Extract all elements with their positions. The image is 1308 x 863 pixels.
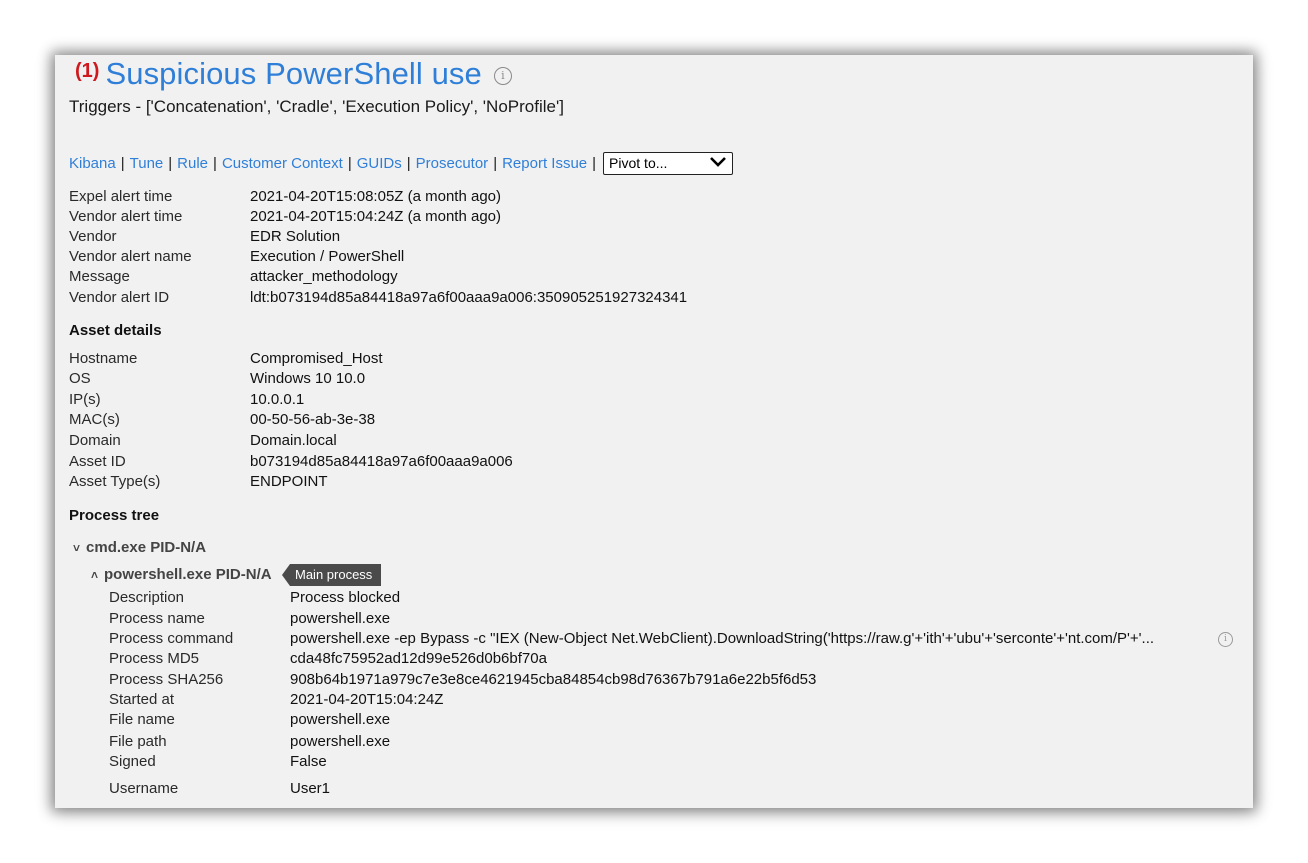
alert-card: (1) Suspicious PowerShell use i Triggers… [55,55,1253,808]
main-process-badge: Main process [281,564,382,586]
field-value: 2021-04-20T15:08:05Z (a month ago) [250,188,501,205]
alert-triggers: Triggers - ['Concatenation', 'Cradle', '… [69,97,564,116]
field-label: Domain [69,432,121,449]
field-label: Process command [109,630,234,647]
field-label: Started at [109,691,175,708]
field-value: powershell.exe [290,711,391,728]
field-label: Process name [109,610,205,627]
field-label: IP(s) [69,391,101,408]
pivot-select-label: Pivot to... [609,155,668,171]
process-tree-heading: Process tree [69,507,160,524]
process-command-value: powershell.exe -ep Bypass -c "IEX (New-O… [290,630,1155,647]
tree-node-label: cmd.exe PID-N/A [86,539,207,556]
field-value: False [290,753,327,770]
field-label: Hostname [69,350,138,367]
field-label: Description [109,589,185,606]
field-value: EDR Solution [250,228,341,245]
field-label: Message [69,268,130,285]
field-label: Expel alert time [69,188,173,205]
info-icon[interactable]: i [493,67,512,85]
info-icon[interactable]: i [1218,632,1233,647]
field-value: attacker_methodology [250,268,398,285]
field-value: Domain.local [250,432,337,449]
tree-node-label: powershell.exe PID-N/A [104,566,272,583]
tree-node-cmd[interactable]: ˅ cmd.exe PID-N/A [73,539,206,556]
prosecutor-link[interactable]: Prosecutor [416,155,489,172]
report-issue-link[interactable]: Report Issue [502,155,587,172]
alert-header: (1) Suspicious PowerShell use i [75,55,512,95]
link-separator: | [213,154,217,172]
field-value: Windows 10 10.0 [250,370,366,387]
field-value: powershell.exe [290,733,391,750]
chevron-down-icon [709,155,727,171]
customer-context-link[interactable]: Customer Context [222,155,343,172]
tune-link[interactable]: Tune [130,155,164,172]
field-label: Vendor alert ID [69,289,170,306]
link-separator: | [592,154,597,172]
tree-node-powershell[interactable]: ˄ powershell.exe PID-N/A [91,566,272,583]
field-value: 908b64b1971a979c7e3e8ce4621945cba84854cb… [290,671,817,688]
field-value: 10.0.0.1 [250,391,305,408]
field-value: 2021-04-20T15:04:24Z (a month ago) [250,208,501,225]
action-links: Kibana | Tune | Rule | Customer Context | GU… [69,151,734,175]
field-label: Asset Type(s) [69,473,161,490]
alert-count: (1) [75,60,100,82]
field-label: OS [69,370,91,387]
field-label: Process SHA256 [109,671,224,688]
field-label: Vendor alert name [69,248,192,265]
field-value: ENDPOINT [250,473,328,490]
guids-link[interactable]: GUIDs [357,155,402,172]
chevron-down-icon[interactable]: ˅ [73,541,80,555]
field-label: File name [109,711,175,728]
pivot-select[interactable]: Pivot to... [603,151,734,175]
field-value: ldt:b073194d85a84418a97a6f00aaa9a006:350… [250,289,688,306]
field-label: Process MD5 [109,650,200,667]
field-label: Asset ID [69,453,126,470]
link-separator: | [347,154,352,172]
field-label: MAC(s) [69,411,120,428]
link-separator: | [493,154,498,172]
link-separator: | [120,154,125,172]
field-label: Username [109,780,179,797]
chevron-up-icon[interactable]: ˄ [91,568,98,582]
field-value: 00-50-56-ab-3e-38 [250,411,376,428]
asset-details-heading: Asset details [69,322,162,339]
field-label: Vendor alert time [69,208,183,225]
field-value: Compromised_Host [250,350,383,367]
field-label: Vendor [69,228,117,245]
field-value: Process blocked [290,589,401,606]
link-separator: | [406,154,411,172]
field-label: Signed [109,753,156,770]
field-value: Execution / PowerShell [250,248,405,265]
field-label: File path [109,733,167,750]
field-value: User1 [290,780,331,797]
alert-title[interactable]: Suspicious PowerShell use [105,56,481,92]
kibana-link[interactable]: Kibana [69,155,116,172]
field-value: powershell.exe [290,610,391,627]
field-value: cda48fc75952ad12d99e526d0b6bf70a [290,650,547,667]
field-value: b073194d85a84418a97a6f00aaa9a006 [250,453,513,470]
rule-link[interactable]: Rule [177,155,208,172]
field-value: 2021-04-20T15:04:24Z [290,691,444,708]
link-separator: | [168,154,173,172]
